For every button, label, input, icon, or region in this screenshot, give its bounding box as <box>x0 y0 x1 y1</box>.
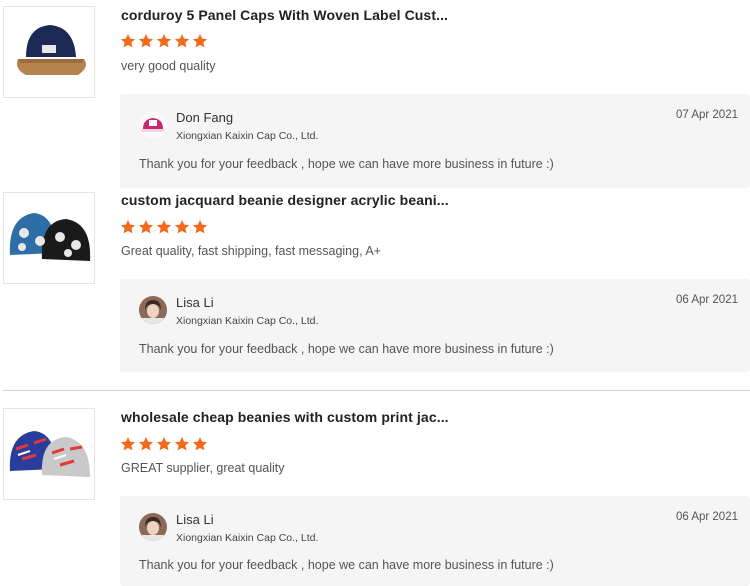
reply-date: 06 Apr 2021 <box>675 294 738 306</box>
review-comment: Great quality, fast shipping, fast messa… <box>121 244 381 258</box>
seller-avatar-image <box>139 111 167 139</box>
seller-avatar-image <box>139 513 167 541</box>
reply-text: Thank you for your feedback , hope we ca… <box>139 558 554 572</box>
reply-date: 06 Apr 2021 <box>675 511 738 523</box>
star-icon <box>156 220 172 234</box>
star-icon <box>192 34 208 48</box>
divider <box>3 390 750 391</box>
product-thumbnail[interactable] <box>3 192 95 284</box>
seller-company[interactable]: Xiongxian Kaixin Cap Co., Ltd. <box>176 130 318 142</box>
seller-name: Lisa Li <box>176 512 214 527</box>
product-title[interactable]: wholesale cheap beanies with custom prin… <box>121 409 449 425</box>
review-comment: GREAT supplier, great quality <box>121 461 285 475</box>
star-icon <box>192 220 208 234</box>
star-icon <box>138 220 154 234</box>
seller-company[interactable]: Xiongxian Kaixin Cap Co., Ltd. <box>176 315 318 327</box>
beanie-image <box>4 409 94 499</box>
avatar <box>139 296 167 324</box>
cap-image <box>4 7 94 97</box>
review-item: custom jacquard beanie designer acrylic … <box>0 190 750 388</box>
star-icon <box>156 437 172 451</box>
avatar <box>139 111 167 139</box>
product-thumbnail[interactable] <box>3 6 95 98</box>
star-icon <box>174 437 190 451</box>
review-item: corduroy 5 Panel Caps With Woven Label C… <box>0 0 750 190</box>
star-icon <box>156 34 172 48</box>
star-icon <box>120 220 136 234</box>
review-comment: very good quality <box>121 59 216 73</box>
reply-date: 07 Apr 2021 <box>675 109 738 121</box>
seller-avatar-image <box>139 296 167 324</box>
reply-text: Thank you for your feedback , hope we ca… <box>139 157 554 171</box>
seller-reply: Lisa Li Xiongxian Kaixin Cap Co., Ltd. 0… <box>120 279 750 372</box>
star-rating <box>120 219 208 235</box>
beanie-image <box>4 193 94 283</box>
avatar <box>139 513 167 541</box>
seller-reply: Don Fang Xiongxian Kaixin Cap Co., Ltd. … <box>120 94 750 188</box>
seller-company[interactable]: Xiongxian Kaixin Cap Co., Ltd. <box>176 532 318 544</box>
star-rating <box>120 33 208 49</box>
review-item: wholesale cheap beanies with custom prin… <box>0 407 750 586</box>
star-icon <box>174 220 190 234</box>
star-rating <box>120 436 208 452</box>
star-icon <box>192 437 208 451</box>
star-icon <box>138 34 154 48</box>
product-title[interactable]: corduroy 5 Panel Caps With Woven Label C… <box>121 7 448 23</box>
seller-reply: Lisa Li Xiongxian Kaixin Cap Co., Ltd. 0… <box>120 496 750 586</box>
star-icon <box>120 437 136 451</box>
product-title[interactable]: custom jacquard beanie designer acrylic … <box>121 192 449 208</box>
star-icon <box>120 34 136 48</box>
star-icon <box>174 34 190 48</box>
reply-text: Thank you for your feedback , hope we ca… <box>139 342 554 356</box>
seller-name: Lisa Li <box>176 295 214 310</box>
seller-name: Don Fang <box>176 110 234 125</box>
star-icon <box>138 437 154 451</box>
product-thumbnail[interactable] <box>3 408 95 500</box>
